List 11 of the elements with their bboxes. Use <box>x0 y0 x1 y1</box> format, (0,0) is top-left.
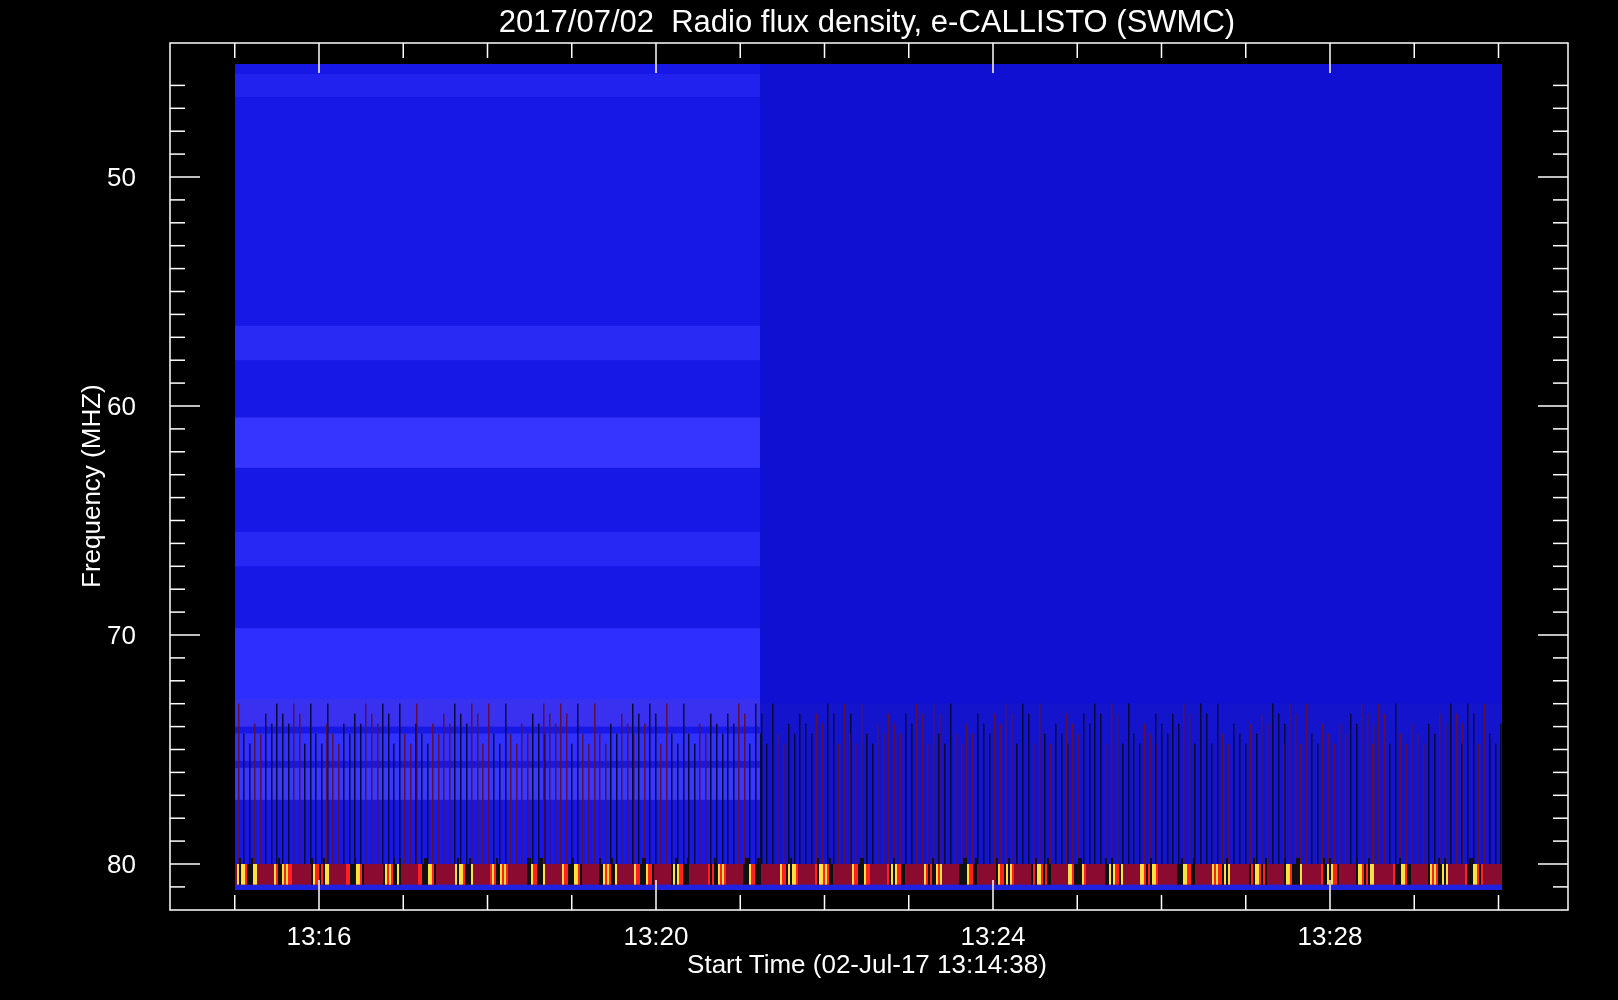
chart-title: 2017/07/02 Radio flux density, e-CALLISTO (SWMC) <box>498 4 1236 39</box>
x-tick-label: 13:16 <box>286 921 352 951</box>
x-axis-label: Start Time (02-Jul-17 13:14:38) <box>687 949 1047 979</box>
y-tick-label: 80 <box>107 849 136 879</box>
x-tick-label: 13:20 <box>623 921 689 951</box>
y-tick-label: 70 <box>107 620 136 650</box>
x-tick-label: 13:28 <box>1297 921 1363 951</box>
x-tick-label: 13:24 <box>960 921 1026 951</box>
y-tick-label: 60 <box>107 391 136 421</box>
y-axis-label: Frequency (MHZ) <box>76 384 106 588</box>
y-tick-label: 50 <box>107 162 136 192</box>
